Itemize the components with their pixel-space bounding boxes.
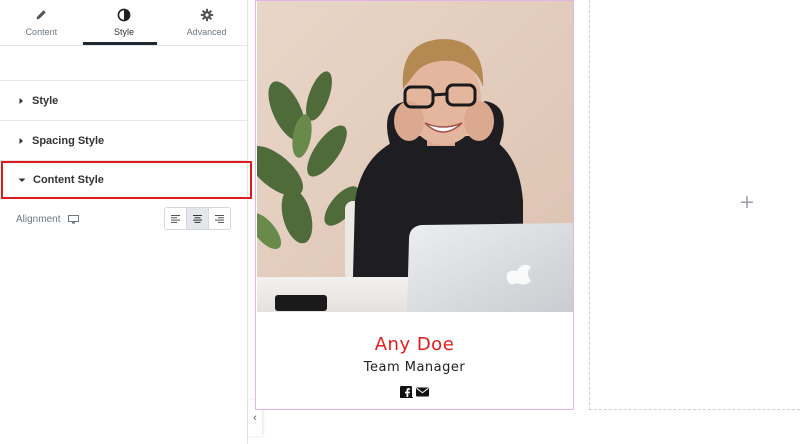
tab-advanced[interactable]: Advanced [165, 0, 248, 45]
chevron-left-icon: ‹ [253, 412, 257, 424]
member-name: Any Doe [374, 334, 455, 355]
tab-content-label: Content [25, 27, 58, 37]
section-style[interactable]: Style [0, 81, 248, 121]
tab-active-underline [82, 42, 158, 45]
member-role: Team Manager [363, 360, 466, 375]
align-center-button[interactable] [187, 208, 209, 229]
align-right-icon [215, 214, 224, 223]
alignment-control: Alignment [0, 205, 248, 233]
half-circle-icon [117, 8, 131, 22]
caret-right-icon [19, 137, 23, 144]
tab-style[interactable]: Style [82, 0, 166, 45]
editor-screen: Content Style Advanced Style Spacing Sty… [0, 0, 800, 444]
caret-right-icon [19, 97, 23, 104]
tab-content[interactable]: Content [0, 0, 83, 45]
tab-advanced-label: Advanced [186, 27, 227, 37]
align-left-icon [171, 214, 180, 223]
facebook-icon[interactable] [400, 386, 413, 398]
desktop-monitor-icon[interactable] [68, 214, 80, 224]
team-member-card[interactable]: Any Doe Team Manager [255, 0, 574, 410]
tab-style-label: Style [114, 27, 135, 37]
section-content-label: Content Style [33, 174, 104, 186]
social-links [256, 386, 573, 398]
panel-header-band [0, 46, 248, 81]
envelope-icon[interactable] [416, 386, 429, 398]
section-spacing-label: Spacing Style [32, 134, 105, 147]
empty-column-dropzone [589, 0, 800, 410]
gear-icon [200, 8, 213, 22]
style-panel: Content Style Advanced Style Spacing Sty… [0, 0, 252, 444]
align-left-button[interactable] [165, 208, 187, 229]
team-member-info: Any Doe Team Manager [256, 312, 573, 410]
panel-tabs: Content Style Advanced [0, 0, 248, 46]
pencil-icon [36, 10, 47, 20]
tab-underline [0, 42, 83, 45]
align-center-icon [193, 214, 202, 223]
align-right-button[interactable] [209, 208, 230, 229]
tab-underline [165, 42, 248, 45]
team-member-photo [257, 1, 573, 312]
section-spacing-style[interactable]: Spacing Style [0, 121, 248, 161]
caret-down-icon [18, 178, 26, 182]
alignment-button-group [164, 207, 231, 230]
section-style-label: Style [32, 94, 59, 107]
add-widget-plus-icon[interactable]: + [739, 192, 755, 212]
alignment-label: Alignment [16, 213, 61, 225]
section-content-style[interactable]: Content Style [1, 161, 252, 199]
